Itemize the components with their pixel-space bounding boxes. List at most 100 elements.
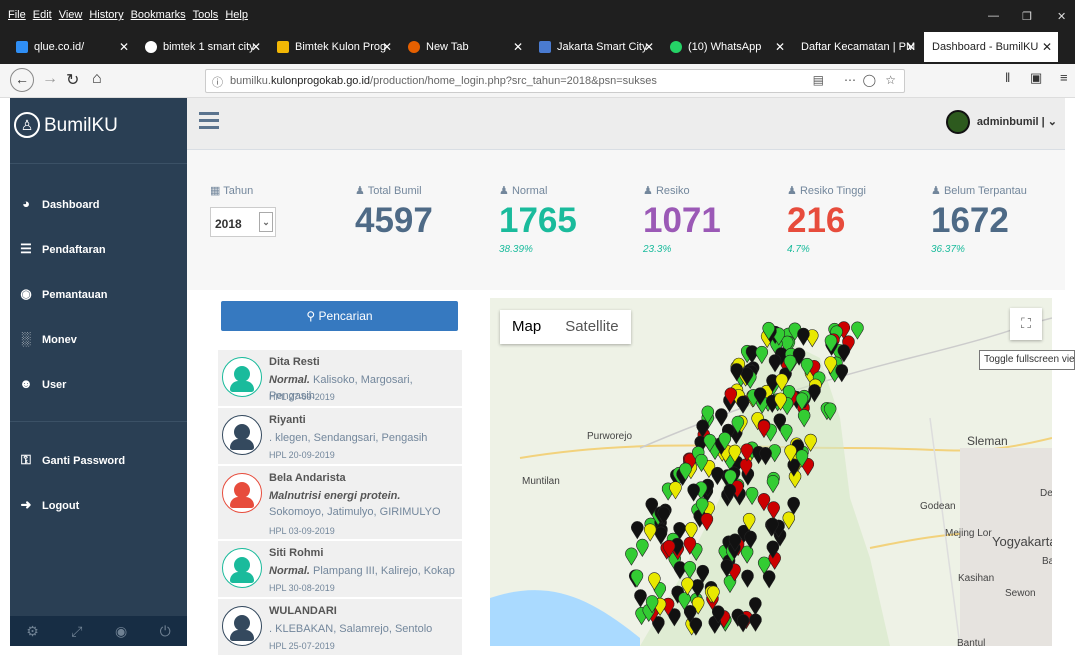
stat-value: 4597 [355, 201, 433, 240]
forward-icon[interactable]: → [42, 70, 58, 88]
year-select[interactable]: 2018 ⌄ [210, 207, 276, 237]
item-address: . KLEBAKAN, Salamrejo, Sentolo [269, 621, 455, 637]
menu-history[interactable]: History [89, 9, 123, 21]
chevron-down-icon: ⌄ [1047, 116, 1057, 128]
tab-label: New Tab [426, 41, 469, 53]
sidebar-item-monev[interactable]: ░ Monev [10, 327, 187, 353]
close-tab-icon[interactable]: ✕ [382, 40, 392, 54]
sidebar-item-label: Dashboard [42, 199, 100, 211]
app-sidebar: ♙ BumilKU ◕ Dashboard ☰ Pendaftaran ◉ Peman… [10, 98, 187, 646]
map-marker-icon[interactable] [625, 547, 638, 566]
minimize-icon[interactable]: — [988, 10, 999, 22]
more-icon[interactable]: ⋯ [844, 73, 856, 87]
map-marker-icon[interactable] [669, 481, 682, 500]
menu-toggle-icon[interactable] [199, 112, 219, 133]
brand[interactable]: ♙ BumilKU [10, 98, 187, 164]
back-icon[interactable]: ← [10, 68, 34, 92]
close-tab-icon[interactable]: ✕ [513, 40, 523, 54]
sidebar-item-logout[interactable]: ➜ Logout [10, 493, 187, 519]
tab-bimtek-kulon[interactable]: Bimtek Kulon Prog ✕ [269, 32, 398, 62]
url-text: bumilku.kulonprogokab.go.id/production/h… [230, 75, 657, 87]
map-marker-icon[interactable] [797, 327, 810, 346]
info-icon[interactable]: ⓘ [212, 74, 223, 90]
menu-tools[interactable]: Tools [193, 9, 219, 21]
map-marker-icon[interactable] [687, 483, 700, 502]
menu-file[interactable]: File [8, 9, 26, 21]
list-item[interactable]: Riyanti . klegen, Sendangsari, Pengasih … [218, 408, 462, 466]
tab-new-tab[interactable]: New Tab ✕ [400, 32, 529, 62]
close-tab-icon[interactable]: ✕ [644, 40, 654, 54]
bookmark-star-icon[interactable]: ☆ [885, 73, 896, 87]
search-button[interactable]: ⚲ Pencarian [221, 301, 458, 331]
map-marker-icon[interactable] [630, 569, 644, 588]
reader-icon[interactable]: ▤ [813, 73, 824, 87]
year-value: 2018 [215, 217, 242, 231]
menu-icon[interactable]: ≡ [1060, 70, 1068, 85]
map-marker-icon[interactable] [631, 521, 644, 540]
fullscreen-icon[interactable]: ⤢ [71, 623, 82, 640]
sidebar-item-user[interactable]: ☻ User [10, 372, 187, 398]
whatsapp-icon [670, 41, 682, 53]
favicon-icon [539, 41, 551, 53]
map-marker-icon[interactable] [643, 523, 657, 542]
avatar[interactable] [946, 110, 970, 134]
eye-slash-icon[interactable]: ◉ [115, 623, 127, 640]
map-type-map-button[interactable]: Map [500, 310, 553, 344]
close-tab-icon[interactable]: ✕ [775, 40, 785, 54]
avatar [222, 548, 262, 588]
close-tab-icon[interactable]: ✕ [251, 40, 261, 54]
tab-label: Bimtek Kulon Prog [295, 41, 387, 53]
map-marker-icon[interactable] [634, 589, 647, 608]
stat-normal: ♟ Normal 1765 38.39% [499, 184, 577, 255]
menu-help[interactable]: Help [225, 9, 248, 21]
sidebar-item-ganti-password[interactable]: ⚿ Ganti Password [10, 448, 187, 474]
sidebar-item-pendaftaran[interactable]: ☰ Pendaftaran [10, 237, 187, 263]
url-bar[interactable]: ⓘ bumilku.kulonprogokab.go.id/production… [205, 69, 905, 93]
list-item[interactable]: Dita Resti Normal. Kalisoko, Margosari, … [218, 350, 462, 408]
close-window-icon[interactable]: ✕ [1057, 10, 1066, 23]
restore-icon[interactable]: ❐ [1022, 10, 1032, 23]
item-name: Siti Rohmi [269, 547, 324, 559]
close-tab-icon[interactable]: ✕ [906, 40, 916, 54]
item-status: Malnutrisi energi protein. [269, 490, 401, 502]
map-label: Sleman [967, 434, 1008, 448]
power-icon[interactable]: ⏻ [160, 623, 171, 640]
map-marker-icon[interactable] [715, 408, 728, 427]
close-tab-icon[interactable]: ✕ [119, 40, 129, 54]
sidebar-item-pemantauan[interactable]: ◉ Pemantauan [10, 282, 187, 308]
year-label: Tahun [223, 185, 254, 197]
sidebar-divider [10, 421, 187, 422]
map-marker-icon[interactable] [851, 321, 864, 340]
user-menu[interactable]: adminbumil | ⌄ [977, 115, 1057, 128]
close-tab-icon[interactable]: ✕ [1042, 40, 1052, 54]
menu-edit[interactable]: Edit [33, 9, 52, 21]
sidebar-item-dashboard[interactable]: ◕ Dashboard [10, 192, 187, 218]
map-marker-icon[interactable] [835, 364, 849, 383]
menu-bookmarks[interactable]: Bookmarks [131, 9, 186, 21]
reload-icon[interactable]: ↻ [66, 70, 79, 90]
map-type-satellite-button[interactable]: Satellite [553, 310, 630, 344]
tab-whatsapp[interactable]: (10) WhatsApp ✕ [662, 32, 791, 62]
item-address: Normal. Plampang III, Kalirejo, Kokap [269, 563, 455, 579]
favicon-icon [277, 41, 289, 53]
settings-icon[interactable]: ⚙ [26, 623, 39, 640]
tab-dashboard[interactable]: Dashboard - BumilKU ✕ [924, 32, 1058, 62]
list-item[interactable]: WULANDARI . KLEBAKAN, Salamrejo, Sentolo… [218, 599, 462, 657]
fullscreen-toggle-button[interactable]: ⛶ [1010, 308, 1042, 340]
item-hpl: HPL 30-08-2019 [269, 583, 335, 593]
home-icon[interactable]: ⌂ [92, 70, 102, 88]
map[interactable]: Map Satellite ⛶ Purworejo Muntilan Slema… [490, 298, 1052, 646]
tab-qlue[interactable]: qlue.co.id/ ✕ [8, 32, 135, 62]
list-icon: ☰ [20, 241, 32, 256]
list-item[interactable]: Bela Andarista Malnutrisi energi protein… [218, 466, 462, 541]
list-item[interactable]: Siti Rohmi Normal. Plampang III, Kalirej… [218, 541, 462, 599]
library-icon[interactable]: ‖ [1005, 70, 1010, 85]
tab-label: Dashboard - BumilKU [932, 41, 1039, 53]
tab-bimtek[interactable]: bimtek 1 smart city ✕ [137, 32, 267, 62]
tab-jakarta[interactable]: Jakarta Smart City ✕ [531, 32, 660, 62]
tab-daftar[interactable]: Daftar Kecamatan | PM ✕ [793, 32, 922, 62]
map-marker-icon[interactable] [636, 538, 649, 557]
pocket-icon[interactable]: ◯ [863, 73, 876, 87]
sidebar-icon[interactable]: ▣ [1030, 70, 1042, 86]
menu-view[interactable]: View [59, 9, 83, 21]
